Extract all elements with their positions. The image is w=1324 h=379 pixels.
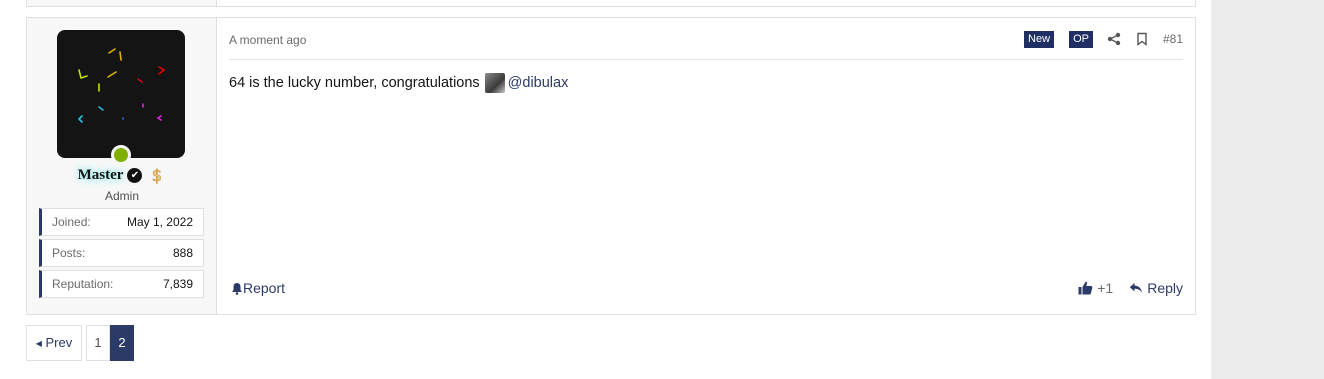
stat-label: Joined: xyxy=(52,215,91,229)
bell-icon xyxy=(232,282,242,295)
like-count: +1 xyxy=(1097,280,1114,296)
reply-label: Reply xyxy=(1147,280,1183,296)
online-status-indicator xyxy=(111,145,131,165)
username-link[interactable]: Master xyxy=(78,167,124,183)
page-link-1[interactable]: 1 xyxy=(86,325,110,361)
thumbs-up-icon xyxy=(1078,281,1093,295)
prev-label: Prev xyxy=(45,335,73,350)
stat-label: Posts: xyxy=(52,246,86,260)
report-label: Report xyxy=(243,280,286,296)
header-divider xyxy=(229,59,1183,60)
stat-value: 7,839 xyxy=(162,277,193,291)
stat-posts: Posts: 888 xyxy=(39,239,204,267)
username-row: Master ✔ $ xyxy=(27,166,217,188)
avatar[interactable] xyxy=(57,30,185,158)
svg-text:$: $ xyxy=(152,166,162,184)
post-footer-actions: +1 Reply xyxy=(1078,280,1183,296)
stat-reputation: Reputation: 7,839 xyxy=(39,270,204,298)
op-badge: OP xyxy=(1069,30,1093,48)
post-main: A moment ago New OP #81 64 is the lucky … xyxy=(217,18,1195,314)
like-button[interactable]: +1 xyxy=(1078,280,1113,296)
reply-arrow-icon xyxy=(1130,283,1143,293)
new-badge: New xyxy=(1024,30,1055,48)
user-mention-link[interactable]: @dibulax xyxy=(508,75,569,91)
post-timestamp[interactable]: A moment ago xyxy=(229,33,306,47)
caret-left-icon: ◀ xyxy=(35,339,42,348)
previous-post-bottom xyxy=(26,0,1196,7)
post-number-link[interactable]: #81 xyxy=(1163,32,1183,46)
post-header-actions: New OP #81 xyxy=(1010,30,1183,48)
page-link-2-current[interactable]: 2 xyxy=(110,325,134,361)
report-button[interactable]: Report xyxy=(231,280,285,296)
verified-check-icon: ✔ xyxy=(127,167,143,183)
prev-page-button[interactable]: ◀ Prev xyxy=(26,325,82,361)
dollar-badge-icon: $ xyxy=(152,166,163,184)
stat-value: May 1, 2022 xyxy=(126,215,193,229)
post-text: 64 is the lucky number, congratulations xyxy=(229,75,480,91)
user-info-panel: Master ✔ $ Admin Joined: May 1, 2022 Posts… xyxy=(27,18,217,314)
reply-button[interactable]: Reply xyxy=(1129,280,1183,296)
confetti-avatar-image xyxy=(77,48,166,123)
stat-label: Reputation: xyxy=(52,277,114,291)
stat-value: 888 xyxy=(172,246,193,260)
post-content: 64 is the lucky number, congratulations … xyxy=(229,73,568,93)
bookmark-icon[interactable] xyxy=(1135,32,1149,46)
share-icon[interactable] xyxy=(1107,32,1121,46)
mention-avatar xyxy=(484,73,505,93)
user-title: Admin xyxy=(104,189,139,203)
pagination: ◀ Prev 1 2 xyxy=(26,325,134,361)
stat-joined: Joined: May 1, 2022 xyxy=(39,208,204,236)
forum-post: Master ✔ $ Admin Joined: May 1, 2022 Posts… xyxy=(26,17,1196,315)
